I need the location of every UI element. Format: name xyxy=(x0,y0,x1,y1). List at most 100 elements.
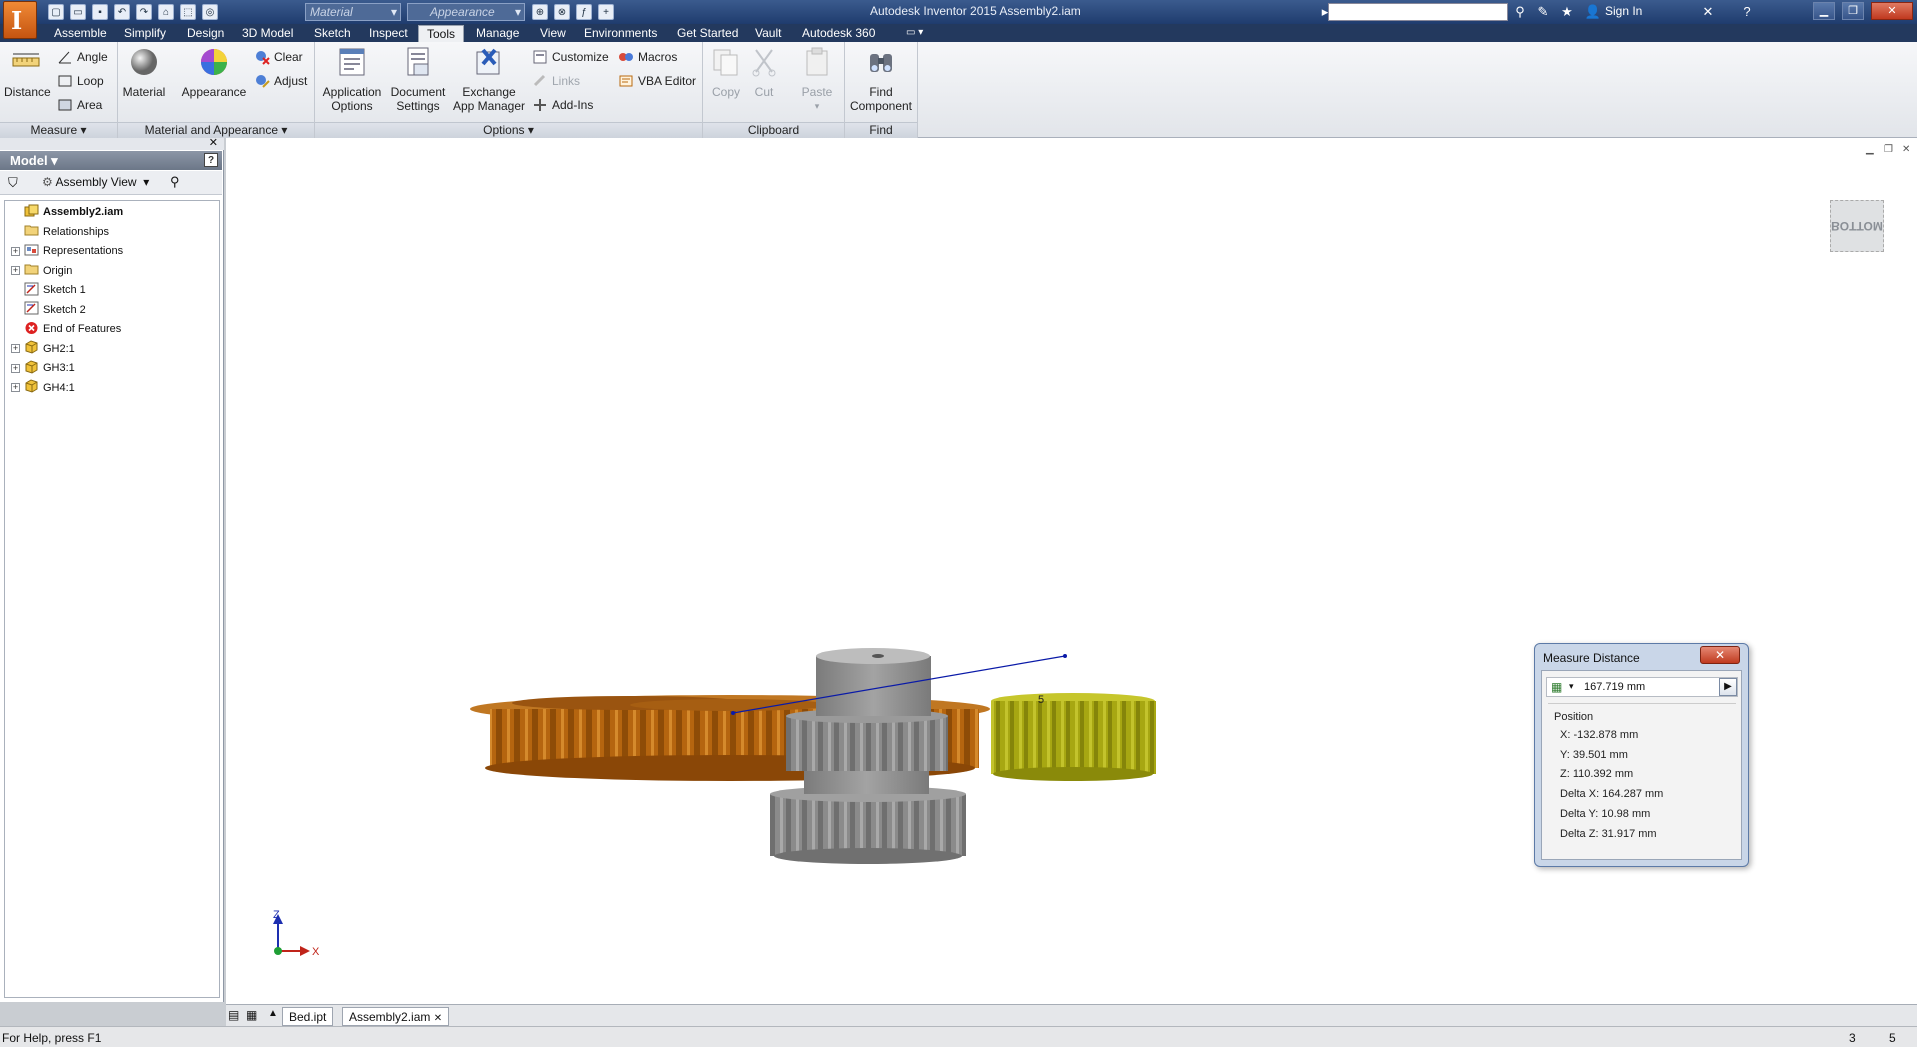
angle-icon xyxy=(58,51,71,64)
tab-inspect[interactable]: Inspect xyxy=(367,25,410,42)
find-component-button[interactable]: Find Component xyxy=(849,46,913,113)
help-search-input[interactable] xyxy=(1328,3,1508,21)
options-panel-title[interactable]: Options ▾ xyxy=(315,122,702,138)
application-menu-button[interactable]: I xyxy=(3,1,37,39)
tab-3d-model[interactable]: 3D Model xyxy=(240,25,295,42)
tree-node[interactable]: + GH2:1 xyxy=(11,340,75,358)
browser-help-icon[interactable]: ? xyxy=(204,153,218,167)
find-in-browser-icon[interactable]: ⚲ xyxy=(170,174,180,190)
binoculars-search-icon[interactable]: ⚲ xyxy=(1511,3,1529,21)
minimize-button[interactable]: ▁ xyxy=(1813,2,1835,20)
select-icon[interactable]: ⬚ xyxy=(180,4,196,20)
home-icon[interactable]: ⌂ xyxy=(158,4,174,20)
help-icon[interactable]: ? xyxy=(1738,3,1756,21)
sign-in-link[interactable]: Sign In xyxy=(1605,4,1642,18)
ribbon-options-icon[interactable]: ▭ ▾ xyxy=(904,25,925,42)
open-icon[interactable]: ▭ xyxy=(70,4,86,20)
tab-environments[interactable]: Environments xyxy=(582,25,659,42)
tree-node[interactable]: + Representations xyxy=(11,242,123,260)
tab-tools[interactable]: Tools xyxy=(418,25,465,42)
doc-tab-bed[interactable]: Bed.ipt xyxy=(282,1007,334,1026)
expand-icon[interactable]: + xyxy=(11,246,20,256)
function-icon[interactable]: ƒ xyxy=(576,4,592,20)
tree-node[interactable]: End of Features xyxy=(11,320,121,338)
tab-assemble[interactable]: Assemble xyxy=(52,25,109,42)
distance-button[interactable]: Distance xyxy=(4,46,51,99)
material-button[interactable]: Material xyxy=(122,46,166,99)
graphics-window[interactable]: ▁ ❐ ✕ BOTTOM 5 Z X xyxy=(226,138,1917,1004)
expand-icon[interactable]: + xyxy=(11,363,20,373)
communication-icon[interactable]: ✎ xyxy=(1534,3,1552,21)
measure-mode-dropdown-icon[interactable]: ▾ xyxy=(1569,681,1574,692)
macros-button[interactable]: Macros xyxy=(618,48,677,66)
tab-vault[interactable]: Vault xyxy=(753,25,783,42)
browser-grip-bar[interactable]: ✕ xyxy=(0,136,224,150)
expand-icon[interactable]: + xyxy=(11,383,20,392)
save-icon[interactable]: ▪ xyxy=(92,4,108,20)
autodesk-exchange-icon[interactable]: ✕ xyxy=(1699,3,1717,21)
copy-button[interactable]: Copy xyxy=(707,46,745,99)
favorites-star-icon[interactable]: ★ xyxy=(1558,3,1576,21)
paste-button[interactable]: Paste ▾ xyxy=(795,46,839,113)
maximize-button[interactable]: ❐ xyxy=(1842,2,1864,20)
new-icon[interactable]: ▢ xyxy=(48,4,64,20)
tree-node[interactable]: + GH4:1 xyxy=(11,379,75,397)
exchange-app-manager-button[interactable]: Exchange App Manager xyxy=(449,46,529,113)
links-button[interactable]: Links xyxy=(532,72,580,90)
tab-design[interactable]: Design xyxy=(185,25,226,42)
redo-icon[interactable]: ↷ xyxy=(136,4,152,20)
tab-view[interactable]: View xyxy=(538,25,568,42)
undo-icon[interactable]: ↶ xyxy=(114,4,130,20)
clear-appearance-button[interactable]: Clear xyxy=(254,48,303,66)
tree-node[interactable]: + GH3:1 xyxy=(11,359,75,377)
application-options-button[interactable]: Application Options xyxy=(321,46,383,113)
loop-button[interactable]: Loop xyxy=(57,72,104,90)
part-icon xyxy=(24,340,39,357)
tree-node[interactable]: Sketch 2 xyxy=(11,301,86,319)
tree-node[interactable]: Sketch 1 xyxy=(11,281,86,299)
area-button[interactable]: Area xyxy=(57,96,102,114)
cut-button[interactable]: Cut xyxy=(745,46,783,99)
zoom-icon[interactable]: ⊕ xyxy=(532,4,548,20)
model-browser-header[interactable]: Model ▾ ? xyxy=(0,151,222,170)
tree-node[interactable]: Relationships xyxy=(11,223,109,241)
customize-button[interactable]: Customize xyxy=(532,48,609,66)
tab-simplify[interactable]: Simplify xyxy=(122,25,168,42)
yellow-gear[interactable]: 5 xyxy=(991,693,1156,781)
cascade-windows-icon[interactable]: ▦ xyxy=(246,1008,257,1022)
tree-node[interactable]: + Origin xyxy=(11,262,72,280)
update-icon[interactable]: ◎ xyxy=(202,4,218,20)
vba-editor-button[interactable]: VBA Editor xyxy=(618,72,696,90)
gray-gear[interactable] xyxy=(770,648,966,864)
tab-sketch[interactable]: Sketch xyxy=(312,25,353,42)
measure-close-button[interactable]: ✕ xyxy=(1700,646,1740,664)
assembly-view-dropdown[interactable]: ⚙ Assembly View ▾ xyxy=(42,175,149,189)
add-ins-button[interactable]: Add-Ins xyxy=(532,96,593,114)
plus-icon[interactable]: + xyxy=(598,4,614,20)
appearance-button[interactable]: Appearance xyxy=(179,46,249,99)
tile-windows-icon[interactable]: ▤ xyxy=(228,1008,239,1022)
expand-icon[interactable]: + xyxy=(11,266,20,275)
expand-icon[interactable]: + xyxy=(11,344,20,353)
paste-dropdown-icon[interactable]: ▾ xyxy=(795,99,839,113)
material-combo[interactable]: Material xyxy=(305,3,401,21)
tab-get-started[interactable]: Get Started xyxy=(675,25,740,42)
zoom-all-icon[interactable]: ⊗ xyxy=(554,4,570,20)
tab-manage[interactable]: Manage xyxy=(474,25,521,42)
filter-icon[interactable]: ⛉ xyxy=(8,175,18,191)
measure-selection-mode-icon[interactable]: ▦ xyxy=(1551,680,1562,694)
tab-autodesk-360[interactable]: Autodesk 360 xyxy=(800,25,877,42)
measure-advanced-arrow-icon[interactable]: ▶ xyxy=(1719,678,1737,696)
appearance-combo[interactable]: Appearance xyxy=(407,3,525,21)
document-list-icon[interactable]: ▲ xyxy=(268,1008,278,1019)
document-settings-button[interactable]: Document Settings xyxy=(387,46,449,113)
doc-tab-close-icon[interactable]: ✕ xyxy=(434,1013,442,1024)
angle-button[interactable]: Angle xyxy=(57,48,108,66)
measure-distance-dialog: Measure Distance ✕ ▦ ▾ 167.719 mm ▶ Posi… xyxy=(1534,643,1749,867)
close-window-button[interactable]: ✕ xyxy=(1871,2,1913,20)
measure-panel-title[interactable]: Measure ▾ xyxy=(0,122,117,138)
browser-close-icon[interactable]: ✕ xyxy=(209,136,218,149)
doc-tab-assembly2[interactable]: Assembly2.iam ✕ xyxy=(342,1007,450,1026)
adjust-appearance-button[interactable]: Adjust xyxy=(254,72,307,90)
tree-node[interactable]: Assembly2.iam xyxy=(11,203,123,221)
